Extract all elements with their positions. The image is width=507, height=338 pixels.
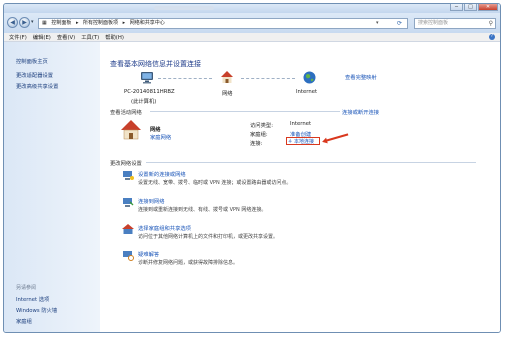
task-troubleshoot-desc: 诊断并修复网络问题，或获得故障排除信息。 bbox=[138, 260, 239, 266]
task-troubleshoot[interactable]: 疑难解答 bbox=[138, 250, 159, 258]
task-setup-connection-desc: 设置无线、宽带、拨号、临时或 VPN 连接；或设置路由器或访问点。 bbox=[138, 180, 292, 186]
network-house-icon bbox=[220, 70, 234, 86]
breadcrumb-separator[interactable]: ▸ bbox=[76, 20, 79, 26]
red-arrow-annotation bbox=[324, 133, 349, 142]
help-icon[interactable]: ? bbox=[489, 34, 495, 40]
sidebar-item-adapter-settings[interactable]: 更改适配器设置 bbox=[16, 71, 53, 79]
task-homegroup-sharing-desc: 访问位于其他网络计算机上的文件和打印机，或更改共享设置。 bbox=[138, 234, 279, 240]
breadcrumb-separator[interactable]: ▸ bbox=[123, 20, 126, 26]
task-connect-network-desc: 连接到或重新连接到无线、有线、拨号或 VPN 网络连接。 bbox=[138, 207, 267, 213]
window-title-blurred bbox=[154, 6, 214, 10]
recent-pages-dropdown[interactable]: ▾ bbox=[31, 19, 34, 25]
network-name: 网络 bbox=[150, 127, 161, 133]
forward-button[interactable]: ▶ bbox=[19, 17, 30, 28]
menu-file[interactable]: 文件(F) bbox=[9, 33, 27, 41]
local-connection-link[interactable]: 本地连接 bbox=[294, 138, 314, 145]
window: ─ □ ✕ ◀ ▶ ▾ ▦ 控制面板 ▸ 所有控制面板项 ▸ 网络和共享中心 ▾… bbox=[3, 3, 501, 333]
connection-line bbox=[241, 78, 295, 79]
connections-label: 连接: bbox=[250, 141, 263, 147]
sidebar-item-windows-firewall[interactable]: Windows 防火墙 bbox=[16, 306, 57, 314]
connect-network-icon bbox=[122, 197, 134, 210]
change-settings-heading: 更改网络设置 bbox=[110, 161, 142, 167]
refresh-icon[interactable]: ⟳ bbox=[397, 20, 402, 27]
sidebar-item-internet-options[interactable]: Internet 选项 bbox=[16, 295, 49, 303]
main-panel: 查看基本网络信息并设置连接 查看完整映射 PC-20140811HRBZ (此计… bbox=[100, 42, 500, 332]
connect-disconnect-link[interactable]: 连接或断开连接 bbox=[342, 108, 379, 116]
menu-bar: 文件(F) 编辑(E) 查看(V) 工具(T) 帮助(H) ? bbox=[4, 33, 500, 42]
active-networks-heading: 查看活动网络 bbox=[110, 110, 142, 116]
control-panel-icon: ▦ bbox=[42, 20, 47, 26]
task-setup-connection[interactable]: 设置新的连接或网络 bbox=[138, 170, 186, 178]
breadcrumb-all-items[interactable]: 所有控制面板项 bbox=[83, 20, 118, 26]
sidebar: 控制面板主页 更改适配器设置 更改高级共享设置 另请参阅 Internet 选项… bbox=[4, 42, 100, 332]
page-title: 查看基本网络信息并设置连接 bbox=[110, 60, 201, 68]
maximize-button[interactable]: □ bbox=[464, 4, 477, 11]
map-internet-label: Internet bbox=[296, 89, 318, 95]
window-controls: ─ □ ✕ bbox=[450, 4, 498, 11]
sidebar-item-advanced-sharing[interactable]: 更改高级共享设置 bbox=[16, 82, 58, 90]
menu-help[interactable]: 帮助(H) bbox=[105, 33, 124, 41]
address-bar[interactable]: ▦ 控制面板 ▸ 所有控制面板项 ▸ 网络和共享中心 bbox=[38, 18, 408, 29]
homegroup-sharing-icon bbox=[122, 224, 134, 237]
search-placeholder: 搜索控制面板 bbox=[418, 20, 449, 26]
menu-tools[interactable]: 工具(T) bbox=[81, 33, 99, 41]
access-type-label: 访问类型: bbox=[250, 123, 273, 129]
breadcrumb-network-center[interactable]: 网络和共享中心 bbox=[130, 20, 165, 26]
address-dropdown-icon[interactable]: ▾ bbox=[376, 18, 379, 29]
menu-view[interactable]: 查看(V) bbox=[57, 33, 75, 41]
homegroup-label: 家庭组: bbox=[250, 132, 268, 138]
computer-name: PC-20140811HRBZ bbox=[124, 89, 175, 95]
access-type-value: Internet bbox=[290, 121, 312, 127]
divider bbox=[150, 111, 340, 112]
sidebar-item-homegroup[interactable]: 家庭组 bbox=[16, 317, 32, 325]
connection-line bbox=[158, 78, 212, 79]
home-network-icon bbox=[120, 119, 142, 143]
setup-connection-icon bbox=[122, 170, 134, 183]
back-button[interactable]: ◀ bbox=[7, 17, 18, 28]
troubleshoot-icon bbox=[122, 250, 134, 263]
network-type-link[interactable]: 家庭网络 bbox=[150, 133, 171, 141]
computer-subtitle: (此计算机) bbox=[131, 99, 157, 105]
minimize-button[interactable]: ─ bbox=[450, 4, 463, 11]
computer-icon bbox=[140, 71, 154, 86]
map-network-label: 网络 bbox=[222, 91, 233, 97]
close-button[interactable]: ✕ bbox=[478, 4, 498, 11]
ethernet-icon: ⚶ bbox=[288, 138, 293, 144]
task-connect-network[interactable]: 连接到网络 bbox=[138, 197, 165, 205]
title-bar[interactable]: ─ □ ✕ bbox=[4, 4, 500, 13]
task-homegroup-sharing[interactable]: 选择家庭组和共享选项 bbox=[138, 224, 191, 232]
menu-edit[interactable]: 编辑(E) bbox=[33, 33, 51, 41]
breadcrumb-control-panel[interactable]: 控制面板 bbox=[51, 20, 71, 26]
address-row: ◀ ▶ ▾ ▦ 控制面板 ▸ 所有控制面板项 ▸ 网络和共享中心 ▾ ⟳ 搜索控… bbox=[4, 13, 500, 33]
divider bbox=[146, 162, 476, 163]
sidebar-item-control-panel-home[interactable]: 控制面板主页 bbox=[16, 57, 48, 65]
search-input[interactable]: 搜索控制面板 ⚲ bbox=[414, 18, 496, 29]
globe-icon bbox=[303, 71, 316, 86]
search-icon[interactable]: ⚲ bbox=[489, 19, 493, 28]
see-also-heading: 另请参阅 bbox=[16, 285, 37, 291]
see-full-map-link[interactable]: 查看完整映射 bbox=[345, 73, 377, 81]
